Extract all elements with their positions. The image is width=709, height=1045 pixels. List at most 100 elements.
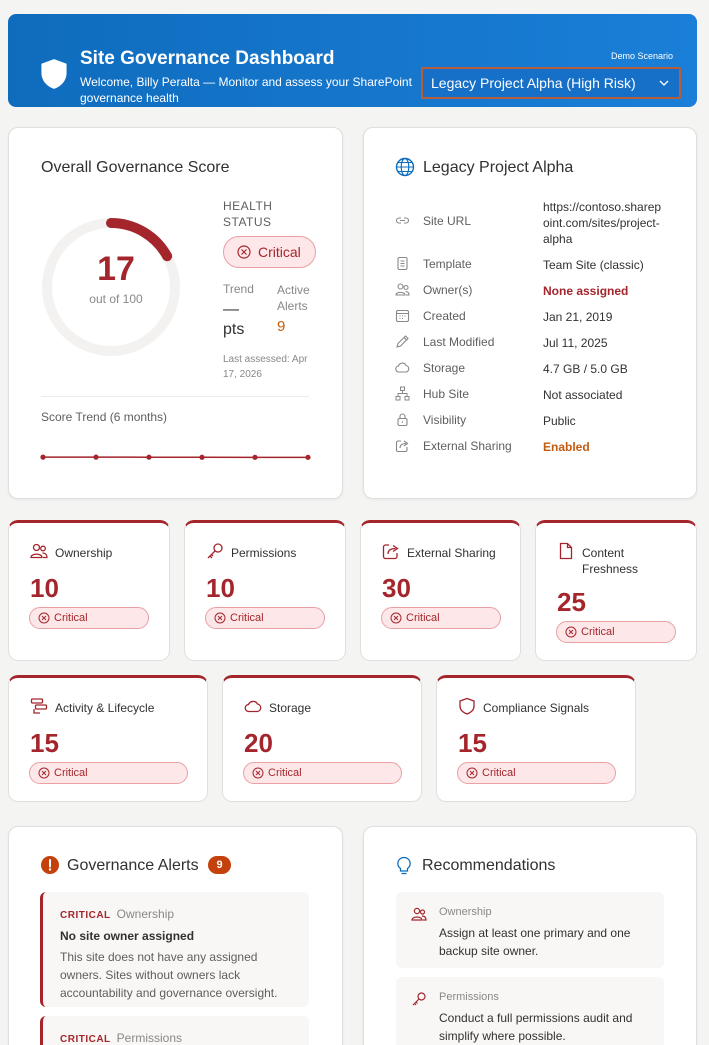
pencil-icon	[396, 335, 409, 348]
people-icon	[411, 907, 427, 921]
recommendation-item[interactable]: Ownership Assign at least one primary an…	[396, 892, 664, 968]
info-value: Not associated	[543, 388, 623, 402]
alert-severity: CRITICAL	[60, 1034, 111, 1045]
shield-icon	[41, 59, 67, 89]
status-badge-text: Critical	[581, 626, 615, 638]
lock-icon	[397, 413, 408, 427]
info-label: Last Modified	[423, 335, 495, 349]
info-value: None assigned	[543, 284, 629, 298]
recommendations-title: Recommendations	[422, 857, 556, 874]
sparkline-point	[252, 454, 258, 460]
score-trend-title: Score Trend (6 months)	[41, 410, 168, 424]
sparkline-point	[199, 454, 205, 460]
recommendation-category: Ownership	[439, 906, 492, 918]
status-badge: Critical	[556, 621, 676, 643]
category-name: Ownership	[55, 546, 113, 560]
status-badge-text: Critical	[482, 767, 516, 779]
category-name: External Sharing	[407, 546, 496, 560]
alert-item[interactable]: CRITICAL Permissions	[40, 1016, 309, 1045]
active-alerts-label: Active Alerts	[277, 283, 310, 313]
score-card-title: Overall Governance Score	[41, 159, 230, 176]
category-score: 15	[458, 728, 487, 758]
status-badge-text: Critical	[230, 612, 264, 624]
alert-item[interactable]: CRITICAL Ownership No site owner assigned…	[40, 892, 309, 1007]
dismiss-circle-icon	[390, 612, 402, 624]
category-card-activity-lifecycle[interactable]: Activity & Lifecycle 15 Critical	[8, 675, 208, 802]
alert-title: No site owner assigned	[60, 929, 195, 943]
calendar-icon	[395, 309, 410, 323]
category-name: Permissions	[231, 546, 297, 560]
status-badge: Critical	[381, 607, 501, 629]
cloud-icon	[244, 700, 262, 713]
sparkline-point	[305, 454, 311, 460]
category-name: Storage	[269, 701, 312, 715]
alert-icon	[41, 856, 59, 874]
people-icon	[395, 283, 410, 296]
status-badge: Critical	[29, 762, 188, 784]
alerts-title: Governance Alerts	[67, 857, 199, 874]
share-icon	[382, 544, 399, 560]
info-value: 4.7 GB / 5.0 GB	[543, 362, 628, 376]
category-score: 25	[557, 587, 586, 617]
category-card-compliance-signals[interactable]: Compliance Signals 15 Critical	[436, 675, 636, 802]
category-card-content-freshness[interactable]: Content Freshness 25 Critical	[535, 520, 697, 661]
sparkline-point	[146, 454, 152, 460]
category-score: 10	[30, 573, 59, 603]
dismiss-circle-icon	[252, 767, 264, 779]
scenario-select[interactable]: Legacy Project Alpha (High Risk)	[421, 67, 681, 99]
sparkline-point	[40, 454, 46, 460]
demo-scenario-label: Demo Scenario	[610, 51, 673, 61]
score-trend-sparkline	[40, 454, 311, 460]
dismiss-circle-icon	[38, 612, 50, 624]
scenario-select-value: Legacy Project Alpha (High Risk)	[431, 75, 636, 91]
info-label: Storage	[423, 361, 466, 375]
trend-label: Trend	[223, 282, 254, 296]
document-icon	[559, 542, 573, 560]
sparkline-point	[93, 454, 99, 460]
category-card-ownership[interactable]: Ownership 10 Critical	[8, 520, 170, 661]
last-assessed: Last assessed: Apr 17, 2026	[223, 354, 308, 380]
lightbulb-icon	[397, 856, 411, 875]
info-value: Enabled	[543, 440, 590, 454]
page-subtitle: Welcome, Billy Peralta — Monitor and ass…	[80, 75, 412, 105]
site-name: Legacy Project Alpha	[423, 159, 574, 176]
template-icon	[397, 256, 408, 271]
alert-description: This site does not have any assigned own…	[60, 950, 278, 1000]
info-value: Jul 11, 2025	[543, 336, 608, 350]
site-url-link[interactable]: https://contoso.sharepoint.com/sites/pro…	[543, 199, 665, 247]
share-icon	[395, 440, 409, 453]
category-name: Compliance Signals	[483, 701, 590, 715]
dismiss-circle-icon	[565, 626, 577, 638]
status-badge: Critical	[205, 607, 325, 629]
info-value: Team Site (classic)	[543, 258, 644, 272]
info-label: Owner(s)	[423, 283, 473, 297]
alert-category: Ownership	[116, 907, 175, 921]
health-status-label: HEALTH STATUS	[223, 199, 273, 229]
info-value: Jan 21, 2019	[543, 310, 613, 324]
status-badge-text: Critical	[54, 767, 88, 779]
status-badge: Critical	[457, 762, 616, 784]
score-value: 17	[97, 250, 135, 288]
category-name: Content Freshness	[582, 546, 639, 576]
globe-icon	[395, 157, 415, 177]
divider	[41, 396, 309, 397]
info-label: Site URL	[423, 214, 472, 228]
dashboard-header: Site Governance Dashboard Welcome, Billy…	[8, 14, 697, 107]
active-alerts-value: 9	[277, 318, 286, 335]
dismiss-circle-icon	[214, 612, 226, 624]
status-badge-text: Critical	[54, 612, 88, 624]
dismiss-circle-icon	[237, 245, 251, 259]
info-value: Public	[543, 414, 576, 428]
category-score: 30	[382, 573, 411, 603]
category-score: 20	[244, 728, 273, 758]
category-card-external-sharing[interactable]: External Sharing 30 Critical	[360, 520, 521, 661]
category-card-storage[interactable]: Storage 20 Critical	[222, 675, 422, 802]
category-score: 15	[30, 728, 59, 758]
recommendation-item[interactable]: Permissions Conduct a full permissions a…	[396, 977, 664, 1045]
info-label: Created	[423, 309, 466, 323]
category-card-permissions[interactable]: Permissions 10 Critical	[184, 520, 346, 661]
dismiss-circle-icon	[38, 767, 50, 779]
recommendation-category: Permissions	[439, 991, 499, 1003]
people-icon	[30, 543, 48, 559]
page-title: Site Governance Dashboard	[80, 48, 335, 69]
